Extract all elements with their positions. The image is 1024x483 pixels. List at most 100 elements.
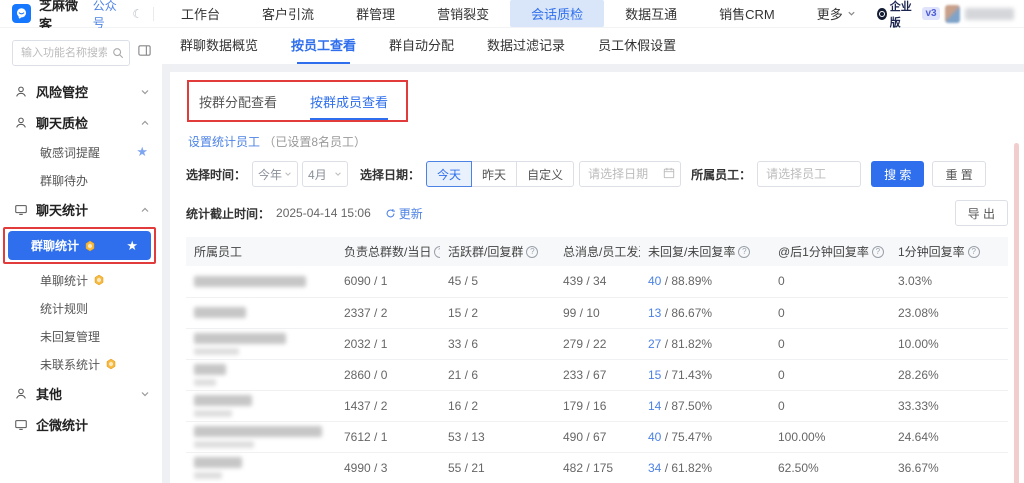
year-select[interactable]: 今年 (252, 161, 298, 187)
info-icon[interactable]: ? (434, 246, 440, 258)
unreplied-count[interactable]: 27 (648, 337, 661, 351)
sidebar-item-unreplied-mgmt[interactable]: 未回复管理 (0, 322, 162, 350)
total-groups-cell[interactable]: 2860 / 0 (336, 359, 440, 390)
staff-select-input[interactable] (757, 161, 861, 187)
unreplied-rate: / 71.43% (661, 368, 712, 382)
calendar-icon[interactable] (663, 167, 675, 182)
one-min-rate-cell: 24.64% (890, 421, 1008, 452)
at-reply-rate-cell[interactable]: 0 (770, 266, 890, 297)
unreplied-count[interactable]: 15 (648, 368, 661, 382)
nav-item-acquisition[interactable]: 客户引流 (241, 0, 335, 27)
active-groups-cell[interactable]: 16 / 2 (440, 390, 555, 421)
info-icon[interactable]: ? (526, 246, 538, 258)
total-groups-cell[interactable]: 1437 / 2 (336, 390, 440, 421)
unreplied-cell: 40 / 75.47% (640, 421, 770, 452)
at-reply-rate-cell[interactable]: 0 (770, 359, 890, 390)
search-icon[interactable] (112, 46, 124, 64)
tab-auto-assign[interactable]: 群自动分配 (389, 35, 454, 64)
date-yesterday-button[interactable]: 昨天 (471, 161, 517, 187)
total-groups-cell[interactable]: 4990 / 3 (336, 452, 440, 483)
date-custom-button[interactable]: 自定义 (516, 161, 574, 187)
premium-badge-icon (105, 358, 117, 370)
favorite-star-icon[interactable]: ★ (136, 144, 148, 160)
nav-item-workbench[interactable]: 工作台 (160, 0, 241, 27)
redacted-staff-subtext (194, 410, 232, 417)
unreplied-count[interactable]: 14 (648, 399, 661, 413)
active-groups-cell[interactable]: 33 / 6 (440, 328, 555, 359)
month-select[interactable]: 4月 (302, 161, 348, 187)
tab-by-staff[interactable]: 按员工查看 (291, 35, 356, 64)
nav-item-group-mgmt[interactable]: 群管理 (335, 0, 416, 27)
total-groups-cell[interactable]: 6090 / 1 (336, 266, 440, 297)
tab-vacation[interactable]: 员工休假设置 (598, 35, 676, 64)
sidebar-item-single-stats[interactable]: 单聊统计 (0, 266, 162, 294)
at-reply-rate-cell[interactable]: 62.50% (770, 452, 890, 483)
subtab-by-group[interactable]: 按群分配查看 (199, 92, 277, 120)
unreplied-count[interactable]: 34 (648, 461, 661, 475)
unreplied-count[interactable]: 13 (648, 306, 661, 320)
scrollbar-thumb[interactable] (1014, 143, 1019, 483)
unreplied-rate: / 88.89% (661, 274, 712, 288)
sidebar-item-uncontacted-stats[interactable]: 未联系统计 (0, 350, 162, 378)
nav-item-more[interactable]: 更多 (796, 0, 877, 27)
unreplied-count[interactable]: 40 (648, 430, 661, 444)
subtab-by-member[interactable]: 按群成员查看 (310, 92, 388, 120)
active-groups-cell[interactable]: 45 / 5 (440, 266, 555, 297)
at-reply-rate-cell[interactable]: 100.00% (770, 421, 890, 452)
sidebar-item-sensitive-words[interactable]: 敏感词提醒 ★ (0, 138, 162, 166)
sidebar-item-group-todo[interactable]: 群聊待办 (0, 166, 162, 194)
nav-item-data-link[interactable]: 数据互通 (604, 0, 698, 27)
total-groups-cell[interactable]: 2032 / 1 (336, 328, 440, 359)
tab-overview[interactable]: 群聊数据概览 (180, 35, 258, 64)
reset-button[interactable]: 重 置 (932, 161, 985, 187)
total-groups-cell[interactable]: 7612 / 1 (336, 421, 440, 452)
chevron-down-icon (847, 9, 856, 18)
sidebar-item-group-stats[interactable]: 群聊统计 ★ (8, 231, 151, 260)
set-staff-link[interactable]: 设置统计员工 (188, 135, 260, 149)
sidebar: 风险管控 聊天质检 敏感词提醒 ★ 群聊待办 聊天统计 (0, 28, 162, 483)
edition-icon (877, 8, 887, 20)
total-groups-cell[interactable]: 2337 / 2 (336, 297, 440, 328)
favorite-star-icon[interactable]: ★ (126, 238, 138, 254)
at-reply-rate-cell[interactable]: 0 (770, 297, 890, 328)
sidebar-group-chat-stats[interactable]: 聊天统计 (0, 194, 162, 225)
active-groups-cell[interactable]: 53 / 13 (440, 421, 555, 452)
sidebar-group-wecom-stats[interactable]: 企微统计 (0, 409, 162, 440)
refresh-link[interactable]: 更新 (385, 205, 423, 222)
avatar[interactable] (945, 5, 960, 23)
sidebar-item-stats-rules[interactable]: 统计规则 (0, 294, 162, 322)
unreplied-cell: 14 / 87.50% (640, 390, 770, 421)
sidebar-group-chat-qc[interactable]: 聊天质检 (0, 107, 162, 138)
sidebar-group-risk[interactable]: 风险管控 (0, 76, 162, 107)
dark-mode-icon[interactable]: ☾ (132, 7, 143, 21)
topbar: 芝麻微客 公众号 ☾ 工作台 客户引流 群管理 营销裂变 会话质检 数据互通 销… (0, 0, 1024, 28)
one-min-rate-cell: 10.00% (890, 328, 1008, 359)
unreplied-rate: / 81.82% (661, 337, 712, 351)
active-groups-cell[interactable]: 55 / 21 (440, 452, 555, 483)
panel-toggle-icon[interactable] (137, 43, 152, 63)
active-groups-cell[interactable]: 15 / 2 (440, 297, 555, 328)
nav-item-sales-crm[interactable]: 销售CRM (698, 0, 796, 27)
unreplied-count[interactable]: 40 (648, 274, 661, 288)
redacted-staff-name (194, 307, 246, 318)
nav-item-marketing[interactable]: 营销裂变 (416, 0, 510, 27)
search-button[interactable]: 搜 索 (871, 161, 924, 187)
redacted-staff-name (194, 426, 322, 437)
sidebar-group-others[interactable]: 其他 (0, 378, 162, 409)
version-badge: v3 (922, 7, 939, 20)
at-reply-rate-cell[interactable]: 0 (770, 390, 890, 421)
at-reply-rate-cell[interactable]: 0 (770, 328, 890, 359)
info-icon[interactable]: ? (738, 246, 750, 258)
info-icon[interactable]: ? (872, 246, 884, 258)
tab-filter-log[interactable]: 数据过滤记录 (487, 35, 565, 64)
messages-cell: 279 / 22 (555, 328, 640, 359)
active-groups-cell[interactable]: 21 / 6 (440, 359, 555, 390)
date-today-button[interactable]: 今天 (426, 161, 472, 187)
channel-tag[interactable]: 公众号 (93, 0, 125, 31)
export-button[interactable]: 导 出 (955, 200, 1008, 226)
info-icon[interactable]: ? (968, 246, 980, 258)
redacted-staff-name (194, 457, 242, 468)
refresh-icon (385, 208, 396, 219)
nav-item-session-qc[interactable]: 会话质检 (510, 0, 604, 27)
sidebar-item-label: 未回复管理 (40, 328, 100, 345)
